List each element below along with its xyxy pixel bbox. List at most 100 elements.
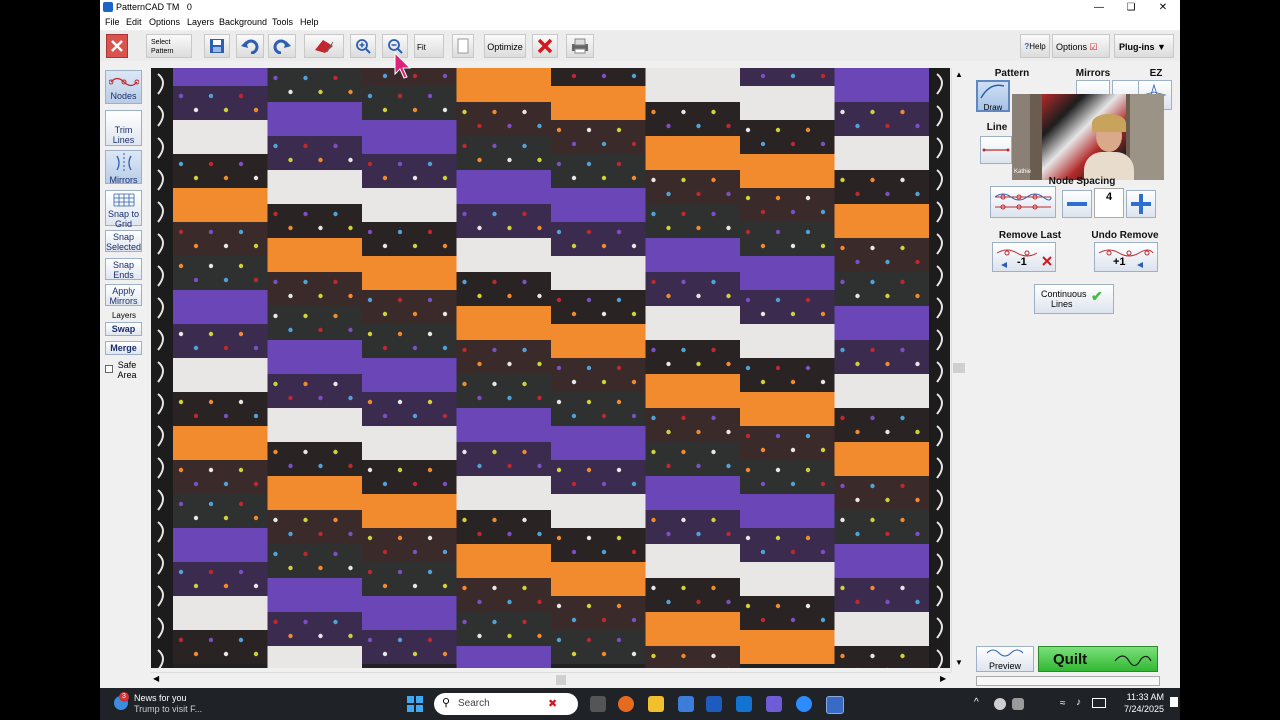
print-button[interactable]	[566, 34, 594, 58]
scroll-down-arrow-icon[interactable]: ▼	[955, 658, 963, 667]
menu-options[interactable]: Options	[149, 17, 180, 27]
outlook-icon[interactable]	[736, 696, 752, 712]
quilt-canvas[interactable]	[151, 68, 950, 668]
chevron-up-icon[interactable]: ^	[974, 697, 979, 708]
quilt-block-print-dark	[456, 510, 551, 544]
clock-time[interactable]: 11:33 AM	[1116, 692, 1164, 702]
horizontal-scroll-thumb[interactable]	[556, 675, 566, 685]
battery-icon[interactable]	[1092, 698, 1106, 708]
fabric-print-dot	[651, 177, 656, 183]
green-check-icon: ✔	[1091, 288, 1103, 304]
fabric-print-dot	[238, 263, 244, 269]
quilt-block-orange	[740, 630, 835, 664]
quilt-block-print-stars	[267, 306, 362, 340]
copilot-icon[interactable]	[766, 696, 782, 712]
line-tool-button[interactable]	[980, 136, 1012, 164]
firefox-icon[interactable]	[618, 696, 634, 712]
fabric-print-dot	[382, 311, 388, 317]
fabric-print-dot	[745, 433, 751, 439]
news-subtitle[interactable]: Trump to visit F...	[134, 704, 202, 714]
help-button[interactable]: ?Help	[1020, 34, 1050, 58]
wifi-icon[interactable]: ≈	[1060, 698, 1066, 709]
zoom-icon[interactable]	[796, 696, 812, 712]
remove-last-button[interactable]: -1	[992, 242, 1056, 272]
preview-button[interactable]: Preview	[976, 646, 1034, 672]
mirrors-tool-button[interactable]: Mirrors	[105, 150, 142, 185]
word-icon[interactable]	[706, 696, 722, 712]
delete-button[interactable]	[532, 34, 558, 58]
node-spacing-decrease-button[interactable]	[1062, 190, 1092, 218]
fabric-print-dot	[601, 243, 607, 249]
safe-area-checkbox[interactable]	[105, 365, 113, 373]
quilt-block-print-dark	[834, 408, 929, 442]
speaker-icon[interactable]: ♪	[1076, 697, 1081, 708]
redo-button[interactable]	[268, 34, 296, 58]
exit-button[interactable]	[106, 34, 128, 58]
draw-tool-button[interactable]: Draw	[976, 80, 1010, 112]
zoom-fit-button[interactable]: Fit	[414, 34, 444, 58]
quilt-button[interactable]: Quilt	[1038, 646, 1158, 672]
scroll-right-arrow-icon[interactable]: ▶	[940, 674, 946, 683]
node-spacing-value[interactable]: 4	[1094, 188, 1124, 218]
fabric-print-dot	[522, 211, 527, 217]
swap-button[interactable]: Swap	[105, 322, 142, 336]
trim-lines-button[interactable]: Trim Lines	[105, 110, 142, 146]
toolbar: Select Pattern Fit Optimize ?Help Option…	[100, 31, 1180, 61]
fabric-print-dot	[805, 535, 811, 541]
optimize-button[interactable]: Optimize	[484, 34, 526, 58]
menu-tools[interactable]: Tools	[272, 17, 293, 27]
vertical-scroll-thumb[interactable]	[953, 363, 965, 373]
task-view-icon[interactable]	[590, 696, 606, 712]
file-explorer-icon[interactable]	[648, 696, 664, 712]
fabric-print-dot	[318, 225, 323, 231]
fabric-print-dot	[382, 583, 388, 589]
undo-button[interactable]	[236, 34, 264, 58]
fabric-print-dot	[333, 143, 338, 149]
menu-edit[interactable]: Edit	[126, 17, 142, 27]
notification-icon[interactable]	[1170, 697, 1178, 707]
minimize-button[interactable]: —	[1084, 0, 1114, 15]
menu-layers[interactable]: Layers	[187, 17, 214, 27]
fabric-print-dot	[870, 347, 875, 353]
windows-start-icon[interactable]	[407, 696, 423, 712]
fabric-print-dot	[616, 229, 622, 235]
patterncad-taskbar-icon[interactable]	[826, 696, 844, 714]
search-box[interactable]: ⚲ Search ✖	[434, 693, 578, 715]
plugins-button[interactable]: Plug-ins ▼	[1114, 34, 1174, 58]
menu-file[interactable]: File	[105, 17, 120, 27]
node-spacing-increase-button[interactable]	[1126, 190, 1156, 218]
fabric-print-dot	[745, 467, 751, 473]
scroll-up-arrow-icon[interactable]: ▲	[955, 70, 963, 79]
apply-mirrors-button[interactable]: Apply Mirrors	[105, 284, 142, 306]
quilt-block-print-spots	[645, 646, 740, 668]
undo-remove-button[interactable]: +1	[1094, 242, 1158, 272]
horizontal-scrollbar[interactable]: ◀ ▶	[151, 672, 951, 687]
zoom-in-button[interactable]	[350, 34, 376, 58]
merge-button[interactable]: Merge	[105, 341, 142, 355]
network-icon[interactable]	[1012, 698, 1024, 710]
fabric-print-dot	[208, 399, 214, 405]
fabric-print-dot	[681, 279, 686, 285]
nodes-tool-button[interactable]: Nodes	[105, 70, 142, 104]
apps-icon[interactable]	[678, 696, 694, 712]
node-spacing-preview-button[interactable]	[990, 186, 1056, 218]
vertical-scrollbar[interactable]: ▲ ▼	[951, 68, 968, 672]
save-button[interactable]	[204, 34, 230, 58]
menu-help[interactable]: Help	[300, 17, 319, 27]
scroll-left-arrow-icon[interactable]: ◀	[153, 674, 159, 683]
eraser-tool-button[interactable]	[304, 34, 344, 58]
snap-to-grid-button[interactable]: Snap to Grid	[105, 190, 142, 229]
close-window-button[interactable]: ✕	[1148, 0, 1178, 15]
cloud-icon[interactable]	[994, 698, 1006, 710]
menu-background[interactable]: Background	[219, 17, 267, 27]
maximize-button[interactable]: ❏	[1116, 0, 1146, 15]
fabric-print-dot	[601, 73, 607, 79]
news-title[interactable]: News for you	[134, 693, 187, 703]
options-button[interactable]: Options ☑	[1052, 34, 1110, 58]
continuous-lines-button[interactable]: Continuous Lines ✔	[1034, 284, 1114, 314]
new-page-button[interactable]	[452, 34, 474, 58]
snap-ends-button[interactable]: Snap Ends	[105, 258, 142, 280]
clock-date[interactable]: 7/24/2025	[1112, 704, 1164, 714]
snap-selected-button[interactable]: Snap Selected	[105, 230, 142, 252]
select-pattern-button[interactable]: Select Pattern	[146, 34, 192, 58]
